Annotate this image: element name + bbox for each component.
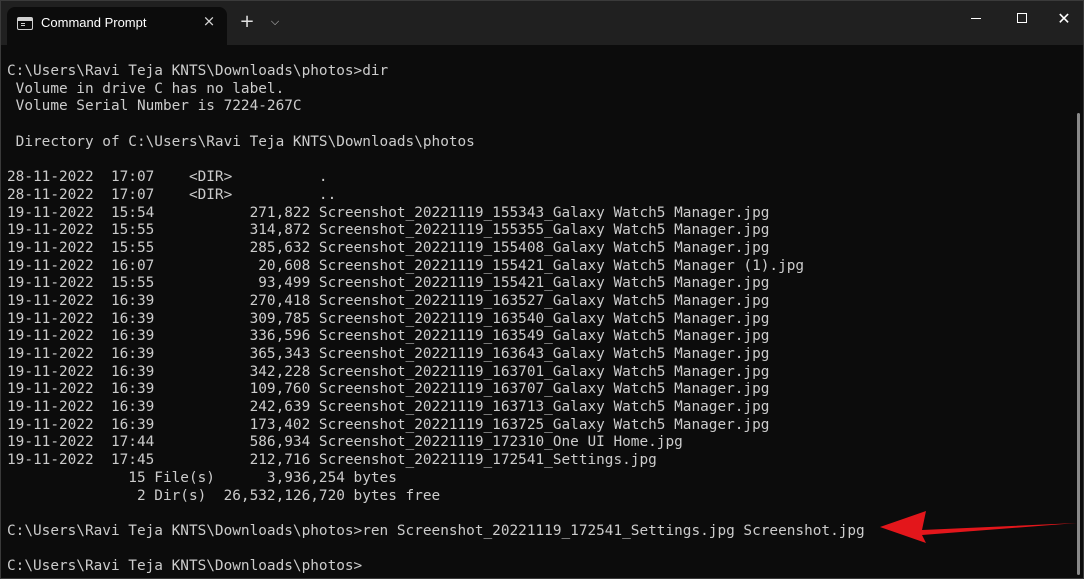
terminal-line: 19-11-2022 16:39 109,760 Screenshot_2022…: [7, 381, 770, 398]
maximize-icon: [1017, 13, 1027, 23]
terminal-line: C:\Users\Ravi Teja KNTS\Downloads\photos…: [7, 558, 363, 575]
terminal-line: 19-11-2022 15:54 271,822 Screenshot_2022…: [7, 204, 770, 221]
scrollbar[interactable]: [1077, 113, 1080, 575]
terminal-line: 19-11-2022 15:55 93,499 Screenshot_20221…: [7, 275, 770, 292]
terminal-line: 19-11-2022 16:39 365,343 Screenshot_2022…: [7, 346, 770, 362]
tab-command-prompt[interactable]: Command Prompt ×: [7, 7, 227, 45]
terminal-line: 19-11-2022 16:39 336,596 Screenshot_2022…: [7, 328, 770, 345]
terminal-output[interactable]: C:\Users\Ravi Teja KNTS\Downloads\photos…: [7, 63, 1071, 578]
terminal-line: 19-11-2022 16:39 173,402 Screenshot_2022…: [7, 416, 770, 433]
new-tab-button[interactable]: +: [235, 9, 259, 35]
terminal-line: 19-11-2022 16:39 270,418 Screenshot_2022…: [7, 292, 770, 309]
terminal-line: 19-11-2022 17:45 212,716 Screenshot_2022…: [7, 452, 657, 469]
close-window-button[interactable]: ✕: [1041, 1, 1083, 37]
terminal-line: Directory of C:\Users\Ravi Teja KNTS\Dow…: [7, 133, 475, 150]
terminal-line: 19-11-2022 15:55 285,632 Screenshot_2022…: [7, 239, 770, 256]
terminal-line: 19-11-2022 16:39 342,228 Screenshot_2022…: [7, 363, 770, 380]
close-tab-icon[interactable]: ×: [197, 9, 221, 33]
terminal-line: 28-11-2022 17:07 <DIR> ..: [7, 186, 337, 203]
maximize-button[interactable]: [999, 1, 1045, 37]
terminal-line: C:\Users\Ravi Teja KNTS\Downloads\photos…: [7, 522, 865, 539]
terminal-line: 19-11-2022 15:55 314,872 Screenshot_2022…: [7, 222, 770, 239]
terminal-line: 19-11-2022 16:07 20,608 Screenshot_20221…: [7, 257, 805, 274]
terminal-line: Volume Serial Number is 7224-267C: [7, 98, 302, 115]
minimize-button[interactable]: [953, 1, 999, 37]
terminal-line: 15 File(s) 3,936,254 bytes: [7, 469, 397, 486]
terminal-line: 19-11-2022 16:39 309,785 Screenshot_2022…: [7, 310, 770, 327]
terminal-line: C:\Users\Ravi Teja KNTS\Downloads\photos…: [7, 63, 389, 79]
terminal-line: 19-11-2022 17:44 586,934 Screenshot_2022…: [7, 434, 683, 451]
terminal-line: 19-11-2022 16:39 242,639 Screenshot_2022…: [7, 399, 770, 416]
tab-title: Command Prompt: [41, 15, 147, 30]
terminal-window: Command Prompt × + ⌵ ✕ C:\Users\Ravi Tej…: [0, 0, 1084, 579]
minimize-icon: [971, 18, 981, 19]
terminal-line: Volume in drive C has no label.: [7, 80, 285, 97]
title-bar: Command Prompt × + ⌵ ✕: [1, 1, 1083, 45]
terminal-line: 2 Dir(s) 26,532,126,720 bytes free: [7, 487, 441, 504]
terminal-icon: [17, 17, 33, 30]
chevron-down-icon[interactable]: ⌵: [263, 9, 287, 35]
terminal-line: 28-11-2022 17:07 <DIR> .: [7, 169, 328, 186]
